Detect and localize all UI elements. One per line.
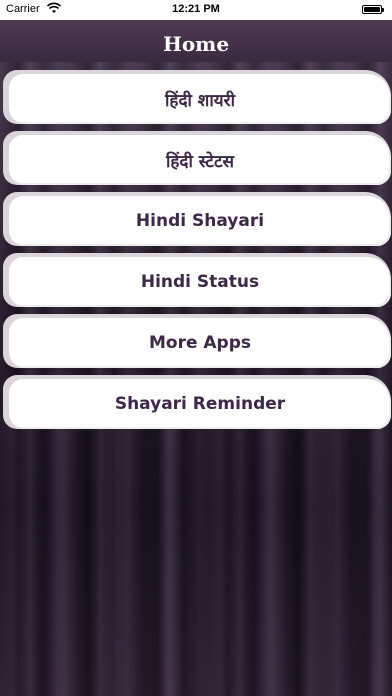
menu-button-more-apps[interactable]: More Apps (3, 314, 391, 368)
menu-button-hindi-shayari[interactable]: Hindi Shayari (3, 192, 391, 246)
menu-button-label[interactable]: Hindi Shayari (9, 196, 391, 246)
status-bar: Carrier 12:21 PM (0, 0, 392, 20)
menu-button-hindi-status[interactable]: Hindi Status (3, 253, 391, 307)
navigation-bar: Home (0, 20, 392, 62)
menu-button-label[interactable]: हिंदी स्टेटस (9, 135, 391, 185)
menu-button-label[interactable]: More Apps (9, 318, 391, 368)
page-title: Home (162, 32, 230, 56)
menu-button-shayari-reminder[interactable]: Shayari Reminder (3, 375, 391, 429)
menu-button-hindi-status-devanagari[interactable]: हिंदी स्टेटस (3, 131, 391, 185)
menu-button-hindi-shayari-devanagari[interactable]: हिंदी शायरी (3, 70, 391, 124)
menu-button-label[interactable]: Shayari Reminder (9, 379, 391, 429)
menu-button-label[interactable]: हिंदी शायरी (9, 74, 391, 124)
status-time: 12:21 PM (172, 3, 220, 15)
battery-icon (362, 5, 384, 14)
background-texture (0, 420, 392, 696)
menu-button-label[interactable]: Hindi Status (9, 257, 391, 307)
